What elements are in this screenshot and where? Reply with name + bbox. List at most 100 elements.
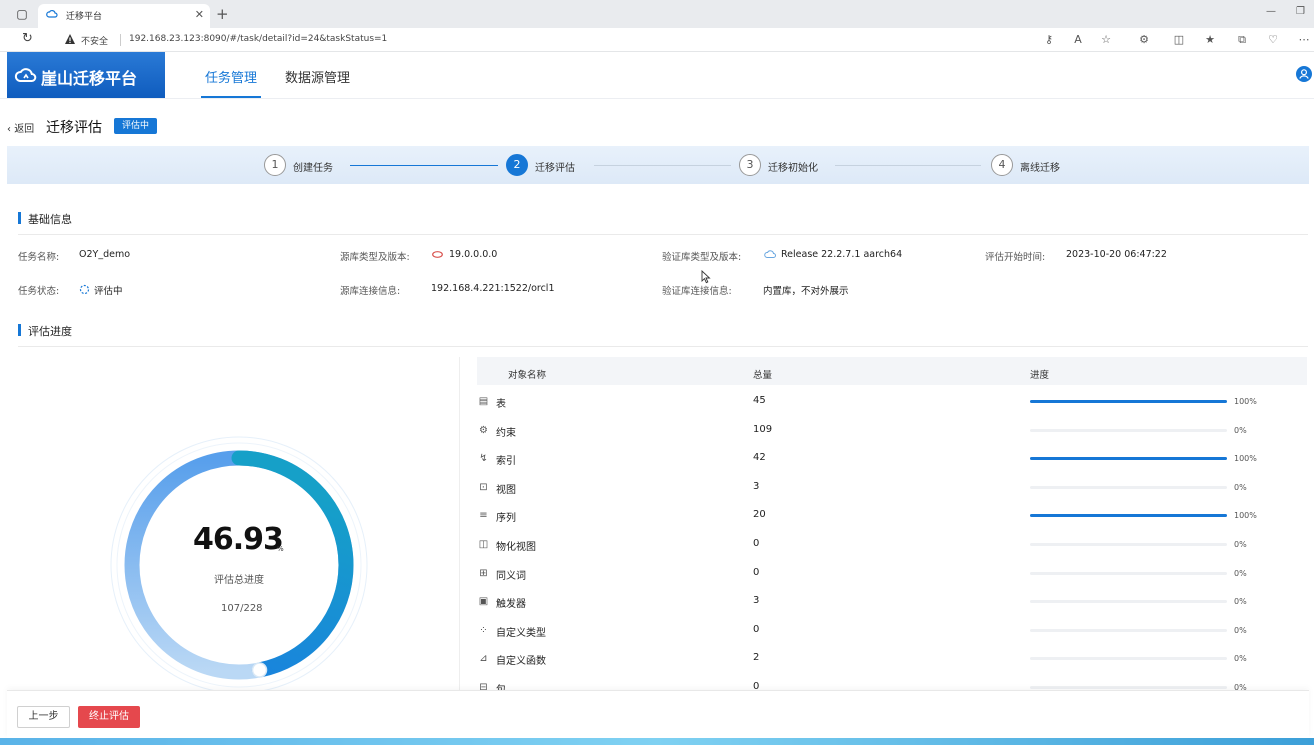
page-title: 迁移评估 (46, 120, 102, 136)
favorites-icon[interactable]: ★ (1202, 32, 1218, 48)
basic-info-divider (18, 234, 1308, 235)
favorite-star-icon[interactable]: ☆ (1098, 32, 1114, 48)
minimize-icon[interactable]: — (1266, 6, 1276, 17)
task-status-value: 评估中 (94, 286, 123, 297)
row-progress-bar (1030, 400, 1227, 403)
nav-active-underline (201, 96, 261, 98)
synonym-icon: ⊞ (479, 567, 488, 579)
logo-text: 崖山迁移平台 (41, 69, 138, 88)
reload-icon[interactable]: ↻ (22, 31, 33, 46)
verify-type-label: 验证库类型及版本: (662, 252, 742, 263)
row-progress-percent: 0% (1234, 625, 1247, 635)
row-progress-bar (1030, 428, 1227, 432)
read-aloud-icon[interactable]: A (1070, 32, 1086, 48)
collections-icon[interactable]: ⧉ (1234, 32, 1250, 48)
nav-datasource-management[interactable]: 数据源管理 (285, 67, 350, 86)
step-number: 1 (264, 154, 286, 176)
overall-progress-label: 评估总进度 (214, 575, 264, 586)
user-avatar-icon[interactable] (1296, 66, 1312, 82)
key-icon[interactable]: ⚷ (1041, 32, 1057, 48)
overall-progress-unit: % (277, 545, 284, 553)
row-progress-fill (1030, 400, 1227, 403)
row-total: 3 (753, 595, 760, 607)
source-conn-value: 192.168.4.221:1522/orcl1 (431, 283, 555, 294)
constraint-icon: ⚙ (479, 424, 488, 436)
row-object-name: 约束 (496, 427, 516, 439)
overall-progress-value: 46.93 (193, 522, 284, 557)
verify-type-value: Release 22.2.7.1 aarch64 (781, 249, 903, 260)
stop-assessment-button[interactable]: 终止评估 (78, 706, 140, 728)
sequence-icon: ≡ (479, 510, 488, 522)
nav-task-management[interactable]: 任务管理 (205, 67, 257, 86)
table-header (477, 357, 1307, 385)
extensions-icon[interactable]: ⚙ (1136, 32, 1152, 48)
row-progress-percent: 0% (1234, 482, 1247, 492)
step-connector-2 (594, 165, 731, 166)
row-total: 20 (753, 509, 766, 521)
overall-progress-count: 107/228 (221, 603, 263, 614)
loading-spinner-icon (79, 284, 90, 295)
row-progress-bar (1030, 600, 1227, 604)
row-progress-percent: 0% (1234, 654, 1247, 664)
row-total: 0 (753, 566, 760, 578)
row-progress-percent: 100% (1234, 511, 1257, 521)
browser-tab-bar: ▢ 迁移平台 ✕ + — ❐ (0, 0, 1314, 28)
table-icon: ▤ (478, 396, 489, 407)
progress-divider (18, 346, 1308, 347)
row-object-name: 序列 (496, 513, 516, 525)
address-separator (120, 34, 121, 46)
new-tab-icon[interactable]: + (216, 5, 229, 23)
row-total: 109 (753, 423, 773, 435)
row-object-name: 自定义函数 (496, 656, 546, 668)
ring-progress-knob (251, 662, 268, 678)
more-menu-icon[interactable]: ⋯ (1296, 32, 1312, 48)
custom-type-icon: ⁘ (479, 624, 488, 636)
task-name-value: O2Y_demo (79, 249, 131, 260)
row-progress-fill (1030, 514, 1227, 518)
restore-icon[interactable]: ❐ (1296, 6, 1305, 17)
source-conn-label: 源库连接信息: (340, 286, 401, 297)
warning-icon[interactable] (64, 33, 76, 45)
step-connector-1 (350, 165, 498, 166)
row-progress-percent: 100% (1234, 454, 1257, 464)
row-progress-percent: 0% (1234, 425, 1247, 435)
previous-step-button[interactable]: 上一步 (17, 706, 70, 728)
start-time-value: 2023-10-20 06:47:22 (1066, 249, 1167, 260)
split-screen-icon[interactable]: ◫ (1171, 32, 1187, 48)
oracle-icon (432, 251, 443, 258)
row-progress-percent: 0% (1234, 540, 1247, 549)
tab-close-icon[interactable]: ✕ (195, 8, 204, 21)
basic-info-title: 基础信息 (18, 211, 72, 227)
row-object-name: 同义词 (496, 570, 526, 582)
trigger-icon: ▣ (478, 596, 489, 608)
row-object-name: 视图 (496, 484, 516, 496)
step-label: 离线迁移 (1020, 163, 1060, 174)
os-taskbar-edge (0, 738, 1314, 745)
row-object-name: 自定义类型 (496, 627, 546, 639)
verify-conn-label: 验证库连接信息: (662, 286, 732, 297)
tab-actions-icon[interactable]: ▢ (12, 4, 32, 24)
app-favicon-icon (46, 9, 58, 18)
step-connector-3 (835, 165, 981, 166)
view-icon: ⊡ (479, 481, 488, 493)
insecure-label[interactable]: 不安全 (81, 34, 108, 47)
row-total: 0 (753, 623, 760, 635)
row-progress-bar (1030, 485, 1227, 489)
source-type-label: 源库类型及版本: (340, 252, 410, 263)
back-label: 返回 (14, 124, 35, 135)
browser-tab[interactable]: 迁移平台 ✕ (38, 4, 210, 28)
back-link[interactable]: ‹ 返回 (7, 120, 34, 135)
app-logo[interactable]: 崖山迁移平台 (7, 52, 165, 98)
row-object-name: 索引 (496, 456, 516, 468)
tab-title: 迁移平台 (66, 12, 103, 22)
yashan-db-icon (764, 250, 776, 258)
row-progress-bar (1030, 686, 1227, 689)
app-header (0, 52, 1314, 99)
row-total: 2 (753, 652, 760, 664)
step-label: 创建任务 (293, 163, 333, 174)
row-progress-fill (1030, 457, 1227, 461)
progress-title: 评估进度 (18, 323, 72, 339)
url-input[interactable]: 192.168.23.123:8090/#/task/detail?id=24&… (129, 34, 387, 44)
browser-essentials-icon[interactable]: ♡ (1265, 32, 1281, 48)
row-progress-bar (1030, 543, 1227, 546)
